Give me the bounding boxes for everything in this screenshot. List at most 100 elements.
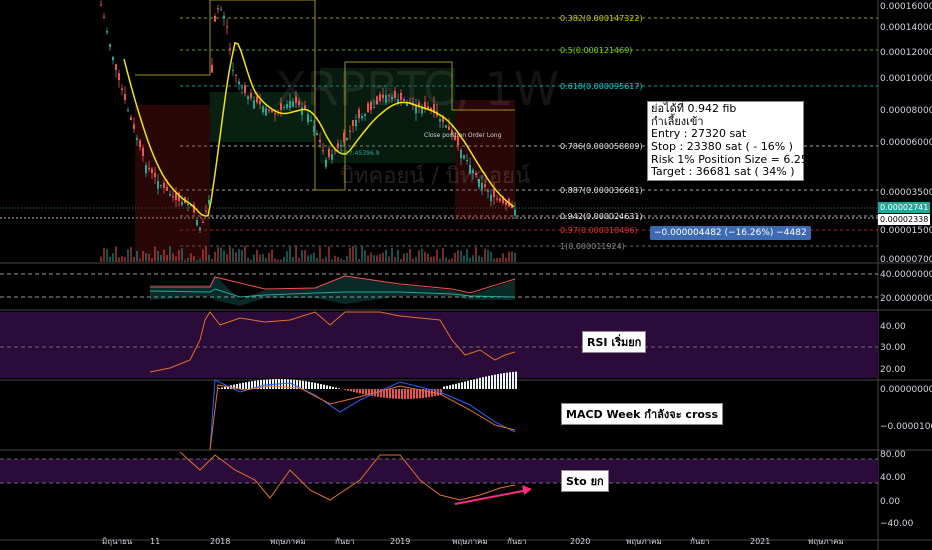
trend-arrow [454,489,529,505]
order-annotation: Close position Order Long [424,132,502,139]
macd-bar [377,389,379,397]
candle-body [373,107,375,108]
macd-bar [365,389,367,395]
macd-bar [494,374,496,389]
candle-body [400,92,402,100]
volume-bar [514,252,516,262]
volume-bar [451,258,453,262]
candle-body [325,160,327,167]
y-tick-label: 0.000080000 [880,106,932,116]
volume-bar [433,256,435,262]
x-tick-label: 2021 [750,537,770,546]
volume-bar [505,257,507,262]
candle-body [241,87,243,89]
chart-subtitle: บิทคอยน์ / บิทคอยน์ [340,164,531,189]
macd-bar [347,389,349,391]
volume-bar [133,256,135,262]
candle-body [268,110,270,112]
y-tick-label: 0.000000000 [880,385,932,395]
volume-bar [376,255,378,262]
order-annotation: T:17:45396.9 [339,150,380,157]
macd-bar [359,389,361,394]
volume-bar [226,254,228,262]
volume-bar [307,255,309,262]
macd-bar [344,389,346,390]
volume-bar [154,246,156,262]
candle-body [262,106,264,113]
candle-body [181,202,183,205]
candle-body [160,185,162,186]
macd-bar [362,389,364,395]
volume-bar [253,254,255,262]
volume-bar [184,259,186,262]
macd-bar [425,389,427,398]
candle-body [445,125,447,128]
macd-bar [407,389,409,399]
volume-bar [388,256,390,262]
volume-bar [190,253,192,262]
candle-body [142,147,144,156]
volume-bar [205,246,207,262]
volume-bar [175,256,177,262]
candle-body [364,114,366,116]
macd-bar [461,382,463,389]
macd-bar [482,377,484,389]
volume-bar [262,254,264,262]
volume-bar [277,259,279,262]
volume-bar [343,259,345,262]
fib-label: 0.942(0.000024631) [560,212,643,221]
macd-bar [314,382,316,389]
shade-region [320,68,455,163]
candle-body [127,110,129,111]
y-tick-label: 0.00 [880,497,900,507]
candle-body [121,88,123,90]
macd-bar [479,377,481,389]
trade-plan-note: ย่อได้ที่ 0.942 fib กำเลี้ยงเข้า Entry :… [647,101,818,181]
fib-label: 0.97(0.000018496) [560,226,638,235]
macd-bar [467,380,469,389]
volume-bar [418,250,420,262]
macd-bar [263,379,265,389]
volume-bar [139,258,141,262]
volume-bar [142,250,144,262]
volume-bar [397,249,399,262]
macd-bar [308,381,310,389]
macd-bar [248,381,250,389]
macd-bar [497,374,499,389]
volume-bar [391,247,393,262]
macd-bar [428,389,430,398]
x-tick-label: 2019 [390,537,410,546]
volume-bar [106,249,108,262]
y-tick-label: 20.00 [880,365,906,375]
macd-bar [443,386,445,389]
measure-readout: −0.000004482 (−16.26%) −4482 [650,226,811,240]
macd-bar [398,389,400,399]
candle-body [358,109,360,118]
macd-bar [305,381,307,389]
x-tick-label: กันยา [507,537,527,546]
volume-bar [298,257,300,262]
volume-bar [310,254,312,262]
candle-body [208,200,210,204]
candle-body [232,70,234,71]
trading-chart[interactable]: 0.000160000 0.000140000 0.000120000 0.00010… [0,0,932,550]
candle-body [376,96,378,104]
macd-bar [491,375,493,389]
macd-bar [245,382,247,389]
candle-body [295,96,297,104]
y-tick-label: 30.00 [880,343,906,353]
macd-bar [320,384,322,389]
macd-bar [416,389,418,399]
candle-body [175,193,177,200]
macd-bar [395,389,397,399]
candle-body [187,204,189,205]
stop-price-tag: 0.00002338 [878,214,931,225]
volume-bar [220,247,222,262]
macd-bar [386,389,388,399]
macd-bar [509,372,511,389]
volume-bar [151,258,153,262]
volume-bar [172,253,174,262]
volume-bar [271,249,273,262]
x-tick-label: มิถุนายน [102,537,133,546]
candle-body [238,81,240,85]
